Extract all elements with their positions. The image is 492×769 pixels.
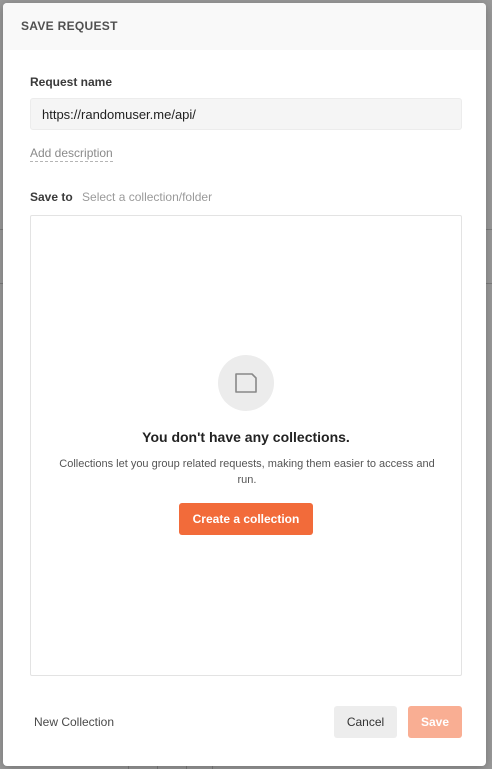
empty-state-title: You don't have any collections. [142, 429, 350, 445]
modal-title: SAVE REQUEST [21, 19, 118, 33]
save-to-hint: Select a collection/folder [82, 190, 213, 204]
empty-state-icon-wrap [218, 355, 274, 411]
new-collection-link[interactable]: New Collection [34, 715, 114, 729]
add-description-link[interactable]: Add description [30, 146, 113, 162]
modal-header: SAVE REQUEST [3, 3, 486, 50]
request-name-input[interactable] [30, 98, 462, 130]
save-to-row: Save to Select a collection/folder [30, 190, 212, 204]
request-name-label: Request name [30, 75, 113, 89]
save-to-label: Save to [30, 190, 73, 204]
save-button[interactable]: Save [408, 706, 462, 738]
empty-state-description: Collections let you group related reques… [59, 458, 435, 486]
cancel-button[interactable]: Cancel [334, 706, 397, 738]
collection-picker[interactable]: You don't have any collections. Collecti… [30, 215, 462, 676]
folder-icon [235, 373, 257, 393]
save-request-modal: SAVE REQUEST Request name Add descriptio… [3, 3, 486, 766]
create-collection-button[interactable]: Create a collection [179, 503, 313, 535]
